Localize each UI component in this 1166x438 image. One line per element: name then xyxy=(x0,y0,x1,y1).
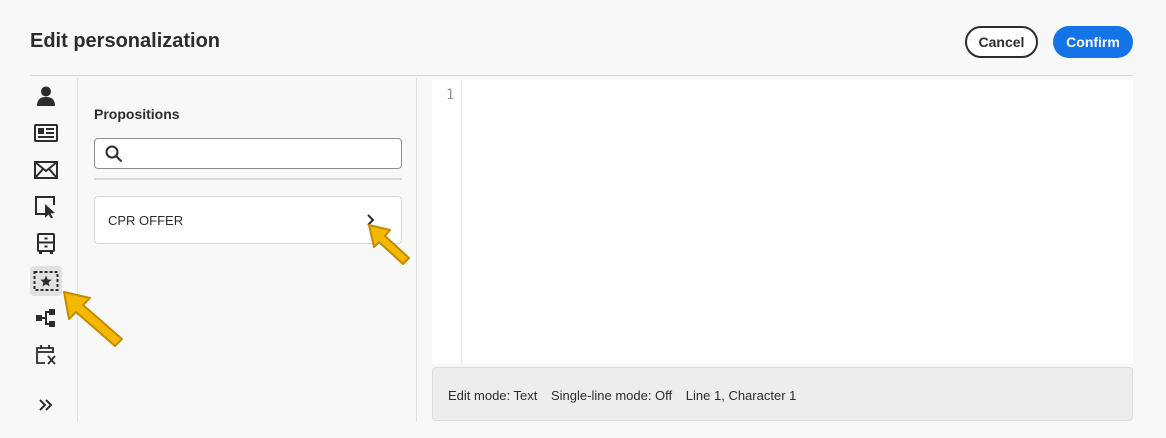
status-single-line-mode: Single-line mode: Off xyxy=(551,388,673,403)
panel-divider xyxy=(94,178,402,180)
search-icon xyxy=(105,145,123,163)
cabinet-icon xyxy=(37,233,55,254)
rail-item-flow[interactable] xyxy=(30,303,62,333)
expression-editor: 1 xyxy=(432,80,1133,364)
callout-arrow-icon xyxy=(63,291,123,347)
offer-star-icon xyxy=(33,271,59,291)
editor-statusbar: Edit mode: Text Single-line mode: Off Li… xyxy=(432,367,1133,421)
confirm-button[interactable]: Confirm xyxy=(1053,26,1133,58)
flow-icon xyxy=(36,309,55,327)
rail-item-cabinet[interactable] xyxy=(30,229,62,259)
calendar-x-icon xyxy=(36,345,56,365)
status-line: Edit mode: Text Single-line mode: Off Li… xyxy=(448,388,806,403)
email-icon xyxy=(34,161,58,179)
proposition-item-label: CPR OFFER xyxy=(108,213,184,228)
expand-chevron-double-icon xyxy=(39,399,53,411)
audience-icon xyxy=(34,124,58,142)
rail-item-offers[interactable] xyxy=(30,266,62,296)
search-input[interactable] xyxy=(129,142,394,165)
profile-icon xyxy=(37,86,55,106)
header-divider xyxy=(30,75,1133,76)
rail-item-interaction[interactable] xyxy=(30,192,62,222)
editor-textarea[interactable] xyxy=(470,86,1127,358)
line-number: 1 xyxy=(446,87,455,103)
proposition-item[interactable]: CPR OFFER xyxy=(94,196,402,244)
rail-item-profile[interactable] xyxy=(30,81,62,111)
line-gutter: 1 xyxy=(432,80,462,364)
status-edit-mode: Edit mode: Text xyxy=(448,388,538,403)
rail-expand-button[interactable] xyxy=(30,390,62,420)
callout-arrow-icon xyxy=(368,224,410,265)
cancel-button[interactable]: Cancel xyxy=(965,26,1038,58)
dialog-title: Edit personalization xyxy=(30,30,221,52)
status-cursor-position: Line 1, Character 1 xyxy=(685,388,797,403)
search-field[interactable] xyxy=(94,138,402,169)
rail-item-audience[interactable] xyxy=(30,118,62,148)
panel-title: Propositions xyxy=(94,106,180,122)
rail-item-calendar-x[interactable] xyxy=(30,340,62,370)
edit-personalization-dialog: Edit personalization Cancel Confirm Prop… xyxy=(0,0,1166,438)
category-rail xyxy=(28,78,78,422)
rail-item-email[interactable] xyxy=(30,155,62,185)
interaction-icon xyxy=(35,196,55,219)
